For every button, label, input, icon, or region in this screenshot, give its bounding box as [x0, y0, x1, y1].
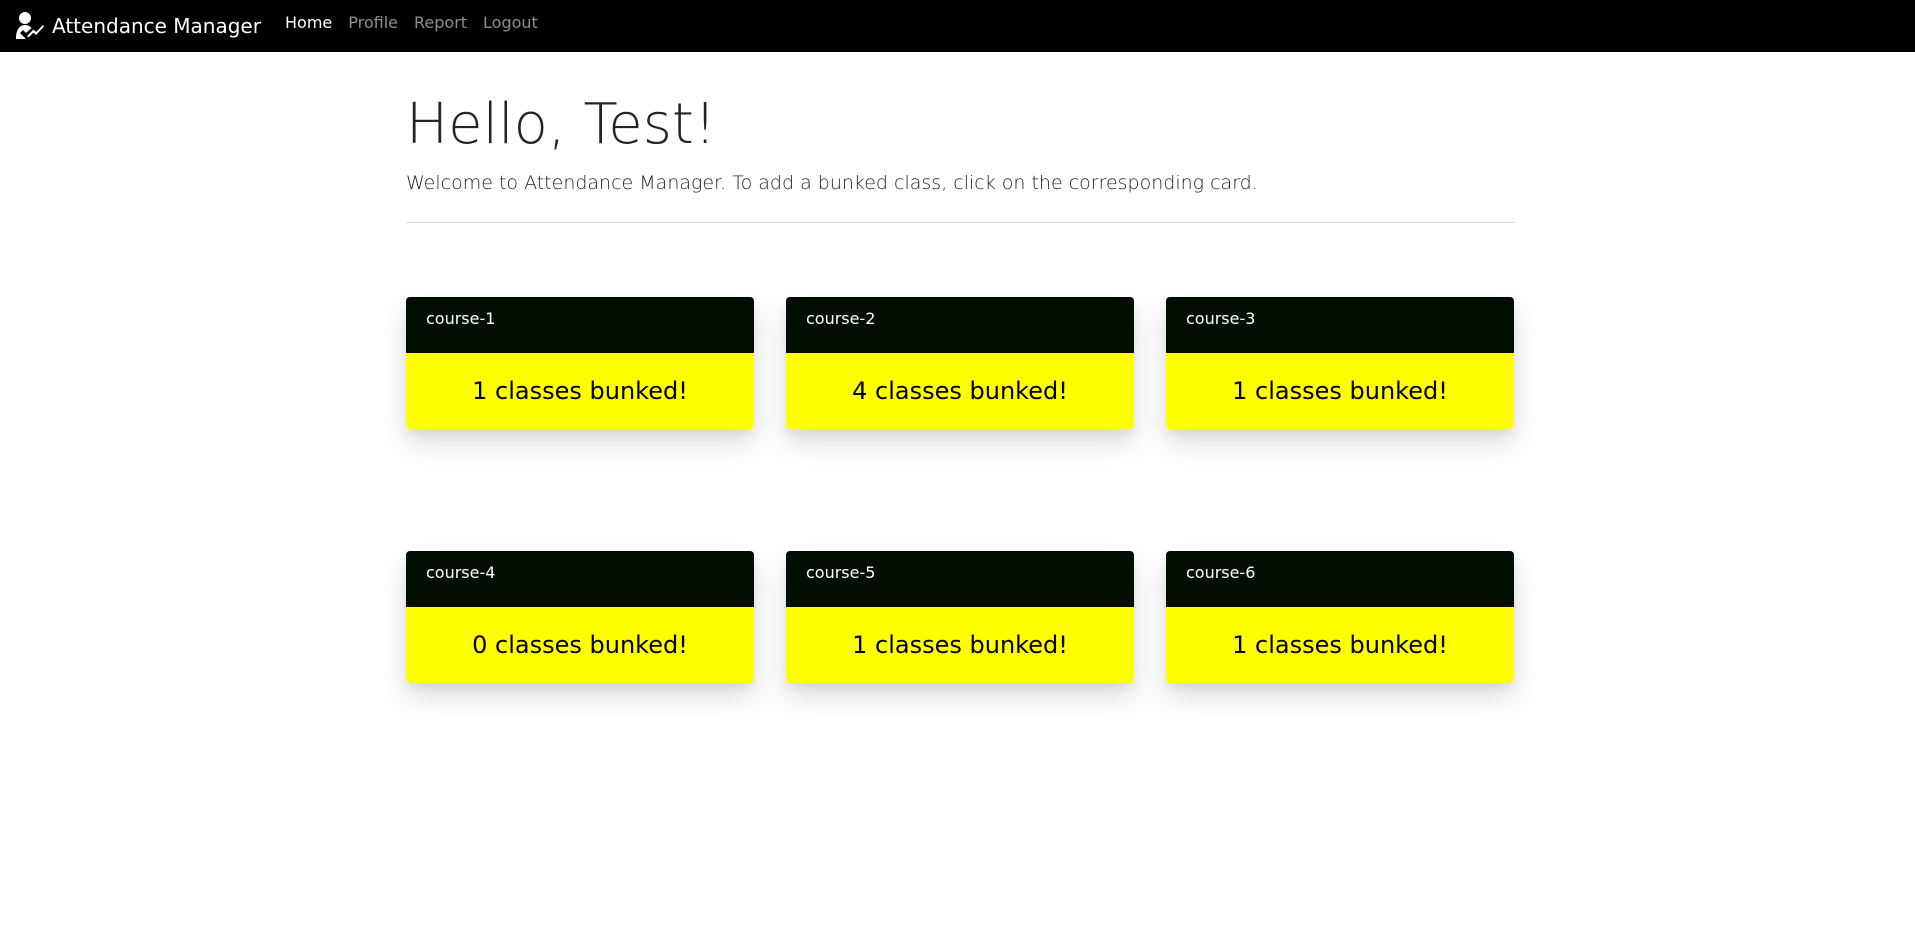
user-check-icon	[14, 11, 44, 41]
course-card-header: course-6	[1166, 551, 1514, 607]
course-card-5[interactable]: course-5 1 classes bunked!	[786, 551, 1134, 683]
course-card-4[interactable]: course-4 0 classes bunked!	[406, 551, 754, 683]
course-bunked-count: 1 classes bunked!	[406, 353, 754, 429]
course-card-header: course-3	[1166, 297, 1514, 353]
nav-logout-link[interactable]: Logout	[483, 13, 538, 32]
course-bunked-count: 1 classes bunked!	[786, 607, 1134, 683]
navbar: Attendance Manager Home Profile Report L…	[0, 0, 1915, 52]
course-card-6[interactable]: course-6 1 classes bunked!	[1166, 551, 1514, 683]
course-bunked-count: 0 classes bunked!	[406, 607, 754, 683]
nav-profile-link[interactable]: Profile	[348, 13, 398, 32]
nav-report-link[interactable]: Report	[414, 13, 467, 32]
course-card-3[interactable]: course-3 1 classes bunked!	[1166, 297, 1514, 429]
course-card-1[interactable]: course-1 1 classes bunked!	[406, 297, 754, 429]
nav-home-link[interactable]: Home	[285, 13, 332, 32]
course-card-2[interactable]: course-2 4 classes bunked!	[786, 297, 1134, 429]
course-bunked-count: 4 classes bunked!	[786, 353, 1134, 429]
brand-title: Attendance Manager	[52, 14, 261, 38]
course-bunked-count: 1 classes bunked!	[1166, 607, 1514, 683]
course-card-header: course-5	[786, 551, 1134, 607]
course-bunked-count: 1 classes bunked!	[1166, 353, 1514, 429]
greeting-heading: Hello, Test!	[406, 92, 717, 157]
nav-links: Home Profile Report Logout	[285, 0, 554, 44]
brand-link[interactable]: Attendance Manager	[14, 8, 261, 44]
divider	[406, 222, 1515, 223]
course-cards: course-1 1 classes bunked! course-2 4 cl…	[406, 297, 1515, 683]
welcome-text: Welcome to Attendance Manager. To add a …	[406, 172, 1258, 194]
course-card-header: course-2	[786, 297, 1134, 353]
course-card-header: course-1	[406, 297, 754, 353]
course-card-header: course-4	[406, 551, 754, 607]
